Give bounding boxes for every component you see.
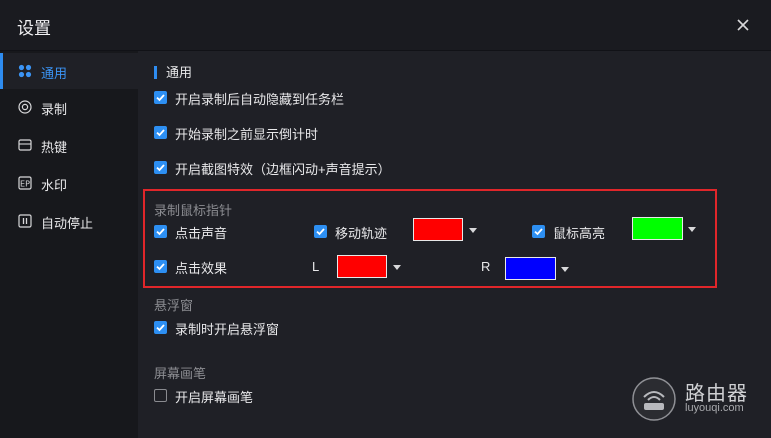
checkbox-label: 开启屏幕画笔	[175, 390, 254, 405]
keyboard-icon	[18, 139, 32, 151]
checkbox-label: 录制时开启悬浮窗	[175, 322, 280, 337]
checkbox-checked-icon	[154, 161, 167, 174]
sidebar-item-label: 水印	[41, 178, 68, 193]
sidebar-item-label: 自动停止	[41, 216, 94, 231]
sidebar-item-record[interactable]: 录制	[0, 89, 138, 125]
checkbox-checked-icon	[154, 91, 167, 104]
screen-pen-group-label: 屏幕画笔	[154, 366, 207, 381]
checkbox-checked-icon	[154, 321, 167, 334]
checkbox-label: 开启录制后自动隐藏到任务栏	[175, 92, 345, 107]
float-window-group-label: 悬浮窗	[154, 298, 194, 313]
highlight-annotation-box	[143, 189, 717, 288]
sidebar-item-general[interactable]: 通用	[0, 53, 138, 89]
close-icon	[737, 19, 749, 31]
sidebar-item-label: 录制	[41, 102, 68, 117]
sidebar-item-hotkey[interactable]: 热键	[0, 127, 138, 163]
section-title: 通用	[154, 66, 192, 79]
checkbox-unchecked-icon	[154, 389, 167, 402]
router-logo-icon	[632, 377, 676, 421]
sidebar: 通用 录制 热键 EP 水印 自动停止	[0, 51, 138, 438]
sidebar-item-label: 热键	[41, 140, 68, 155]
checkbox-label: 开启截图特效（边框闪动+声音提示）	[175, 162, 391, 177]
title-bar: 设置	[0, 0, 771, 51]
sidebar-item-auto-stop[interactable]: 自动停止	[0, 203, 138, 239]
svg-text:EP: EP	[20, 180, 30, 189]
watermark-icon: EP	[18, 176, 32, 190]
pause-icon	[18, 214, 32, 228]
sidebar-item-watermark[interactable]: EP 水印	[0, 165, 138, 201]
watermark-domain: luyouqi.com	[685, 402, 744, 414]
record-icon	[18, 100, 32, 114]
checkbox-checked-icon	[154, 126, 167, 139]
window-title: 设置	[17, 19, 51, 38]
checkbox-label: 开始录制之前显示倒计时	[175, 127, 319, 142]
close-button[interactable]	[732, 14, 754, 36]
watermark-logo: 路由器 luyouqi.com	[631, 376, 757, 422]
sidebar-item-label: 通用	[41, 66, 68, 81]
grid-icon	[18, 64, 32, 78]
